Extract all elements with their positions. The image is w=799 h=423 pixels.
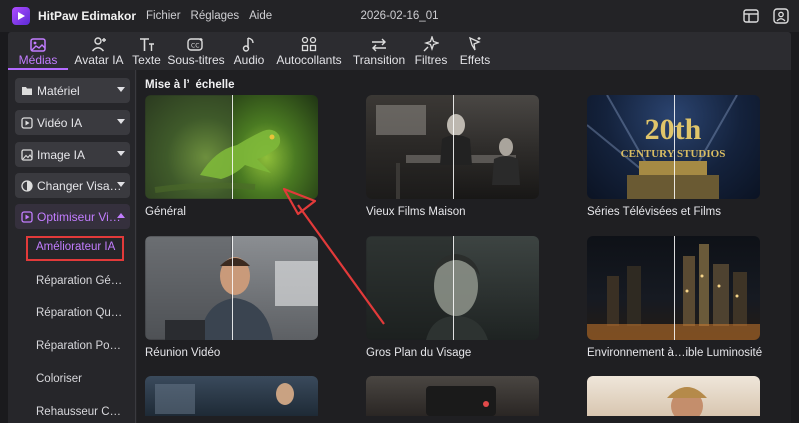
tab-filtres[interactable]: Filtres — [409, 32, 453, 70]
preset-card-basse-luminosite[interactable]: Environnement à…ible Luminosité — [587, 236, 763, 359]
thumbnail-video-meeting — [145, 236, 318, 340]
sidebar-subitem-coloriser[interactable]: Coloriser — [8, 373, 136, 385]
stickers-icon — [301, 35, 317, 52]
chevron-down-icon — [117, 87, 125, 92]
section-title: Mise à l’ échelle — [145, 79, 235, 91]
main-toolbar: Médias Avatar IA Texte CC Sous-titres Au… — [8, 32, 791, 70]
menu-reglages[interactable]: Réglages — [191, 10, 240, 22]
text-icon — [139, 35, 155, 52]
card-label: Réunion Vidéo — [145, 347, 221, 359]
preset-card-general[interactable]: Général — [145, 95, 318, 218]
tab-label: Sous-titres — [167, 53, 225, 67]
highlight-box — [26, 236, 124, 261]
sidebar-item-optimiseur-video[interactable]: Optimiseur Vi… — [15, 204, 130, 229]
sidebar-item-label: Matériel — [37, 83, 80, 98]
sidebar-item-label: Optimiseur Vi… — [37, 209, 121, 224]
preset-card-vieux-films[interactable]: Vieux Films Maison — [366, 95, 539, 218]
layout-icon[interactable] — [741, 6, 761, 26]
sidebar-subitem-reparation-qualite[interactable]: Réparation Qu… — [8, 307, 136, 319]
sidebar-item-label: Vidéo IA — [37, 115, 83, 130]
image-ai-icon — [21, 148, 33, 161]
face-swap-icon — [21, 179, 33, 192]
sidebar-item-changer-visage[interactable]: Changer Visa… — [15, 173, 130, 198]
card-label: Général — [145, 206, 186, 218]
thumbnail-studio-logo: 20th CENTURY STUDIOS — [587, 95, 760, 199]
effects-wand-icon — [467, 35, 483, 52]
sidebar: Matériel Vidéo IA Image IA Changer Visa…… — [8, 70, 136, 423]
preset-card-partial-3[interactable] — [587, 376, 760, 416]
sidebar-item-video-ia[interactable]: Vidéo IA — [15, 110, 130, 135]
card-label: Gros Plan du Visage — [366, 347, 472, 359]
card-label: Environnement à…ible Luminosité — [587, 347, 763, 359]
tab-audio[interactable]: Audio — [229, 32, 269, 70]
sidebar-item-label: Changer Visa… — [37, 178, 121, 193]
thumbnail-night-city — [587, 236, 760, 340]
sidebar-item-materiel[interactable]: Matériel — [15, 78, 130, 103]
transition-icon — [370, 35, 388, 52]
tab-label: Texte — [132, 53, 161, 67]
tab-avatar-ia[interactable]: Avatar IA — [68, 32, 130, 70]
chevron-down-icon — [117, 151, 125, 156]
tab-label: Filtres — [414, 53, 448, 67]
preset-card-partial-1[interactable] — [145, 376, 318, 416]
tab-label: Médias — [18, 53, 58, 67]
main-panel: Matériel Vidéo IA Image IA Changer Visa…… — [8, 70, 791, 423]
sidebar-item-label: Image IA — [37, 147, 86, 162]
chevron-up-icon — [117, 213, 125, 218]
tab-label: Effets — [459, 53, 491, 67]
sidebar-item-image-ia[interactable]: Image IA — [15, 142, 130, 167]
subtitles-icon: CC — [187, 35, 205, 52]
preset-card-series-films[interactable]: 20th CENTURY STUDIOS Séries Télévisées e… — [587, 95, 760, 218]
avatar-add-icon — [91, 35, 107, 52]
menu-aide[interactable]: Aide — [249, 10, 272, 22]
tab-texte[interactable]: Texte — [130, 32, 163, 70]
tab-autocollants[interactable]: Autocollants — [269, 32, 349, 70]
tab-label: Transition — [352, 53, 406, 67]
thumbnail-face-closeup — [366, 236, 539, 340]
card-label: Séries Télévisées et Films — [587, 206, 721, 218]
tab-medias[interactable]: Médias — [8, 32, 68, 70]
app-logo — [12, 7, 30, 25]
media-icon — [30, 35, 46, 52]
tab-label: Autocollants — [276, 53, 342, 67]
sidebar-subitem-rehausseur[interactable]: Rehausseur C… — [8, 406, 136, 418]
tab-label: Audio — [233, 53, 265, 67]
sparkle-filter-icon — [423, 35, 439, 52]
svg-text:CC: CC — [191, 43, 199, 50]
preset-card-partial-2[interactable] — [366, 376, 539, 416]
preset-gallery: Mise à l’ échelle Général Vieux Films Ma… — [137, 70, 791, 423]
thumbnail-lizard — [145, 95, 318, 199]
preset-card-reunion-video[interactable]: Réunion Vidéo — [145, 236, 318, 359]
chevron-down-icon — [117, 182, 125, 187]
app-name: HitPaw Edimakor — [38, 9, 137, 23]
title-bar: HitPaw Edimakor Fichier Réglages Aide 20… — [0, 0, 799, 32]
thumbnail-old-film — [366, 95, 539, 199]
tab-transition[interactable]: Transition — [349, 32, 409, 70]
tab-effets[interactable]: Effets — [453, 32, 497, 70]
music-note-icon — [242, 35, 256, 52]
chevron-down-icon — [117, 119, 125, 124]
optimizer-icon — [21, 210, 33, 223]
folder-icon — [21, 85, 33, 97]
menu-fichier[interactable]: Fichier — [146, 10, 181, 22]
tab-label: Avatar IA — [74, 53, 124, 67]
preset-card-gros-plan[interactable]: Gros Plan du Visage — [366, 236, 539, 359]
video-ai-icon — [21, 116, 33, 129]
sidebar-subitem-reparation-portrait[interactable]: Réparation Po… — [8, 340, 136, 352]
card-label: Vieux Films Maison — [366, 206, 466, 218]
sidebar-subitem-reparation-generale[interactable]: Réparation Gé… — [8, 275, 136, 287]
tab-sous-titres[interactable]: CC Sous-titres — [163, 32, 229, 70]
account-icon[interactable] — [771, 6, 791, 26]
